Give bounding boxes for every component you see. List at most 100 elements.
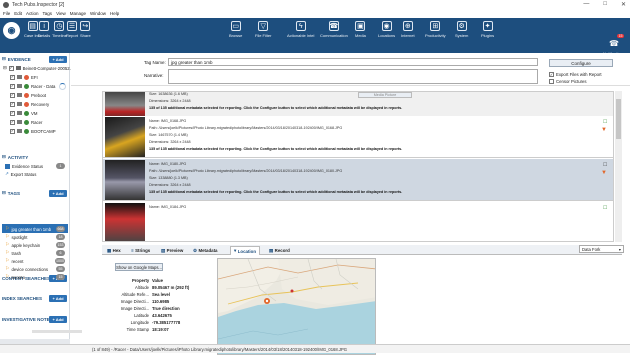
menu-help[interactable]: Help (110, 11, 119, 16)
close-button[interactable]: ✕ (621, 1, 626, 8)
tag-item[interactable]: ⚐ recent 1000 (5, 257, 68, 265)
checkbox[interactable]: ✓ (10, 110, 15, 116)
tab-metadata[interactable]: ⚙ Metadata (190, 246, 220, 255)
property-name: Latitude (134, 313, 149, 318)
checkbox[interactable]: ✓ (10, 119, 15, 125)
export-icon: ↗ (5, 171, 9, 176)
property-name: Altitude Refe... (121, 292, 149, 297)
checkbox[interactable]: ✓ (10, 74, 15, 80)
data-fork-select[interactable]: Data Fork ▾ (579, 245, 624, 253)
evidence-header[interactable]: ⊟ EVIDENCE + Add (2, 55, 68, 63)
maximize-button[interactable]: □ (603, 1, 607, 8)
app-menu-icon[interactable]: ◉ (3, 22, 20, 39)
ribbon-toolbar: ◉ ☎15 Notifications ▤Case InfoiDetails◷T… (0, 18, 630, 56)
ribbon-media-button[interactable]: ▣ Media (355, 21, 366, 38)
file-name: Name: IMG_0184.JPG (149, 205, 187, 209)
evidence-item[interactable]: ✓ Racer (10, 118, 42, 126)
tag-name-input[interactable]: jpg greater than 1mb (168, 58, 538, 66)
export-files-option[interactable]: ✓ Export Files with Report (549, 72, 602, 77)
export-status-item[interactable]: ↗ Export Status (5, 170, 36, 178)
tab-strings[interactable]: ≡ Strings (128, 246, 153, 255)
investigative-notes-header[interactable]: INVESTIGATIVE NOTES + Add (2, 315, 68, 323)
checkbox[interactable]: ✓ (10, 83, 15, 89)
censor-pictures-option[interactable]: Censor Pictures (549, 79, 587, 84)
partition-icon (24, 110, 29, 116)
configure-button[interactable]: Configure (549, 59, 613, 67)
evidence-root-label: Beinett-Computer-20052... (22, 65, 74, 71)
tag-item[interactable]: ⚐ toronto 15 (5, 273, 68, 281)
ribbon-plugins-button[interactable]: ✦ Plugins (481, 21, 494, 38)
add-index-search-button[interactable]: + Add (49, 294, 67, 302)
evidence-status-count: 1 (56, 163, 65, 169)
app-logo-icon (3, 1, 9, 8)
tab-hex[interactable]: ▦ Hex (104, 246, 124, 255)
minimize-button[interactable]: — (583, 1, 589, 8)
menu-window[interactable]: Window (90, 11, 106, 16)
tag-label: apple keychain (11, 242, 41, 248)
censor-pictures-checkbox[interactable] (549, 79, 554, 84)
menu-edit[interactable]: Edit (14, 11, 22, 16)
ribbon-productivity-button[interactable]: ⊞ Productivity (425, 21, 446, 38)
ribbon-actionable-intel-button[interactable]: ϟ Actionable Intel (287, 21, 314, 38)
evidence-item[interactable]: ✓ Preboot (10, 91, 46, 99)
tab-location[interactable]: ▾ Location (230, 246, 261, 255)
list-item[interactable]: Name: IMG_0168.JPG Path: /Users/joelk/Pi… (103, 116, 613, 158)
export-files-checkbox[interactable]: ✓ (549, 72, 554, 77)
list-item[interactable]: Name: IMG_0184.JPG □ (103, 202, 613, 241)
checkbox[interactable]: ✓ (10, 128, 15, 134)
checkbox[interactable]: ✓ (10, 92, 15, 98)
ribbon-report-button[interactable]: ☰ Report (66, 21, 78, 38)
tag-item[interactable]: ⚐ trash 6 (5, 249, 68, 257)
activity-header[interactable]: ⊟ ACTIVITY (2, 153, 68, 161)
ribbon-details-button[interactable]: i Details (38, 21, 50, 38)
ribbon-timeline-button[interactable]: ◷ Timeline (52, 21, 67, 38)
evidence-root[interactable]: ⊟ ✓ Beinett-Computer-20052... (3, 64, 73, 72)
ribbon-communication-button[interactable]: ☎ Communication (320, 21, 348, 38)
media-picture-button[interactable]: Media Picture (358, 92, 412, 98)
ribbon-label: System (455, 33, 469, 38)
list-item-selected[interactable]: Name: IMG_0180.JPG Path: /Users/joelk/Pi… (103, 159, 613, 201)
ribbon-system-button[interactable]: ⚙ System (455, 21, 468, 38)
tab-preview[interactable]: ▧ Preview (158, 246, 186, 255)
location-map[interactable]: © OpenStreetMap contributors (217, 258, 376, 355)
tag-item[interactable]: ⚐ device connections 55 (5, 265, 68, 273)
menu-file[interactable]: File (3, 11, 10, 16)
menu-view[interactable]: View (56, 11, 66, 16)
add-tag-button[interactable]: + Add (49, 189, 67, 197)
index-searches-header[interactable]: INDEX SEARCHES + Add (2, 294, 68, 302)
evidence-status-item[interactable]: Evidence Status 1 (5, 162, 68, 170)
ribbon-file-filter-button[interactable]: ▽ File Filter (255, 21, 271, 38)
add-evidence-button[interactable]: + Add (49, 55, 67, 63)
checkbox[interactable]: ✓ (8, 65, 14, 71)
ribbon-locations-button[interactable]: ◉ Locations (378, 21, 395, 38)
bottom-scrollbar[interactable] (32, 330, 82, 333)
evidence-item[interactable]: ✓ EFI (10, 73, 38, 81)
tag-item[interactable]: ⚐ spotlight 18 (5, 233, 68, 241)
evidence-item[interactable]: ✓ Recovery (10, 100, 49, 108)
ribbon-browse-button[interactable]: ▭ Browse (229, 21, 242, 38)
tags-header[interactable]: ⊟ TAGS + Add (2, 189, 68, 197)
menu-action[interactable]: Action (26, 11, 39, 16)
add-note-button[interactable]: + Add (49, 315, 67, 323)
evidence-item[interactable]: ✓ BOOTCAMP (10, 127, 56, 135)
tab-record[interactable]: ▤ Record (266, 246, 293, 255)
evidence-status-label: Evidence Status (12, 163, 44, 169)
ribbon-internet-button[interactable]: ⊕ Internet (401, 21, 415, 38)
tag-item[interactable]: ⚐ jpg greater than 1mb 668 (5, 225, 68, 233)
evidence-item[interactable]: ✓ VM (10, 109, 37, 117)
list-scrollbar[interactable] (615, 91, 622, 242)
ribbon-share-button[interactable]: ↪ Share (80, 21, 91, 38)
tag-item[interactable]: ⚐ apple keychain 153 (5, 241, 68, 249)
narrative-input[interactable] (168, 69, 538, 84)
tagged-items-list[interactable]: Media Picture Size: 1638636 (1.6 MB) Dim… (102, 91, 614, 242)
evidence-item[interactable]: ✓ Racer - Data (10, 82, 55, 90)
checkbox[interactable]: ✓ (10, 101, 15, 107)
export-status-label: Export Status (10, 171, 37, 177)
drive-icon (17, 75, 22, 79)
show-on-google-maps-button[interactable]: Show on Google Maps... (115, 263, 163, 271)
menu-tags[interactable]: Tags (43, 11, 53, 16)
file-name: Name: IMG_0168.JPG (149, 119, 187, 123)
property-value: True direction (152, 306, 180, 311)
menu-manage[interactable]: Manage (70, 11, 86, 16)
file-type-icon: □ (603, 119, 607, 125)
